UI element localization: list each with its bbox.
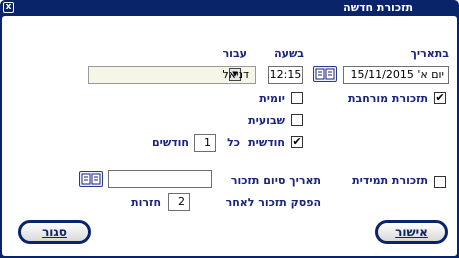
monthly-label: חודשית [248, 136, 285, 149]
extended-reminder-label: תזכורת מורחבת [347, 92, 428, 105]
date-field[interactable]: יום א' 15/11/2015 [343, 66, 449, 84]
end-date-label: תאריך סיום תזכור [230, 174, 321, 187]
time-field[interactable]: 12:15 [268, 66, 303, 84]
close-button[interactable]: סגור [18, 220, 91, 244]
repetitions-label: חזרות [131, 196, 161, 209]
weekly-checkbox[interactable] [291, 114, 303, 126]
stop-after-label: הפסק תזכור לאחר [225, 196, 321, 209]
weekly-label: שבועית [248, 114, 285, 127]
dialog-title: תזכורת חדשה [343, 1, 413, 14]
for-selected-value: דניאל [222, 68, 249, 81]
every-label: כל [227, 136, 240, 149]
daily-checkbox[interactable] [291, 92, 303, 104]
dialog-content: בתאריך בשעה עבור יום א' 15/11/2015 12:15… [2, 16, 457, 256]
ok-button-label: אישור [395, 225, 428, 239]
ok-button[interactable]: אישור [375, 220, 448, 244]
months-label: חודשים [151, 136, 189, 149]
book-icon[interactable] [79, 171, 103, 187]
monthly-checkbox[interactable]: ✔ [291, 136, 303, 148]
book-icon[interactable] [313, 66, 337, 82]
close-button-label: סגור [42, 225, 67, 239]
for-select[interactable]: ▼ דניאל [88, 66, 256, 84]
date-label: בתאריך [410, 47, 449, 60]
close-icon[interactable]: x [3, 2, 14, 13]
every-months-field[interactable]: 1 [194, 134, 216, 152]
for-label: עבור [222, 47, 247, 60]
title-bar: x תזכורת חדשה [0, 0, 459, 15]
stop-after-field[interactable]: 2 [168, 193, 190, 211]
end-date-field[interactable] [108, 170, 212, 188]
time-label: בשעה [274, 47, 304, 60]
permanent-reminder-label: תזכורת תמידית [352, 174, 428, 187]
permanent-reminder-checkbox[interactable] [434, 176, 446, 188]
daily-label: יומית [259, 92, 285, 105]
extended-reminder-checkbox[interactable]: ✔ [434, 92, 446, 104]
dialog-window: x תזכורת חדשה בתאריך בשעה עבור יום א' 15… [0, 0, 459, 258]
